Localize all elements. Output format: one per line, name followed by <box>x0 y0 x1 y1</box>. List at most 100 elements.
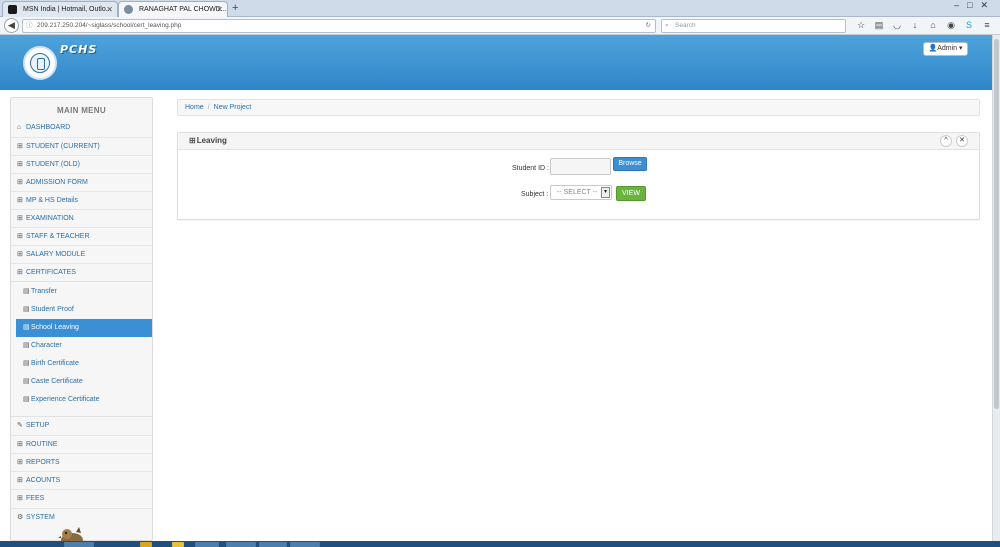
sidebar-item-salary-module[interactable]: ⊞ SALARY MODULE <box>11 245 152 263</box>
grid-icon: ⊞ <box>17 233 23 240</box>
os-taskbar <box>0 541 1000 547</box>
sidebar-item-label: ROUTINE <box>26 441 58 448</box>
wrench-icon: ✎ <box>17 422 23 429</box>
sidebar-item-label: SALARY MODULE <box>26 251 86 258</box>
sidebar-subitem-caste-certificate[interactable]: ▤ Caste Certificate <box>11 373 152 391</box>
taskbar-app[interactable] <box>195 542 219 547</box>
brand-name: PCHS <box>60 43 98 56</box>
page-scrollbar[interactable] <box>992 35 1000 547</box>
home-icon[interactable]: ⌂ <box>924 20 942 30</box>
pocket-icon[interactable]: ◡ <box>888 20 906 31</box>
admin-dropdown-button[interactable]: 👤Admin ▾ <box>923 42 968 56</box>
new-tab-button[interactable]: + <box>232 1 238 15</box>
sidebar-subitem-birth-certificate[interactable]: ▤ Birth Certificate <box>11 355 152 373</box>
sidebar-item-label: EXAMINATION <box>26 215 74 222</box>
close-tab-icon[interactable]: ✕ <box>106 2 113 17</box>
document-icon: ▤ <box>23 396 30 403</box>
grid-icon: ⊞ <box>17 251 23 258</box>
close-tab-icon[interactable]: ✕ <box>216 2 223 17</box>
browser-tab-msn[interactable]: MSN India | Hotmail, Outlo... ✕ <box>2 1 118 17</box>
sidebar-item-examination[interactable]: ⊞ EXAMINATION <box>11 209 152 227</box>
menu-divider <box>11 281 152 282</box>
menu-icon[interactable]: ≡ <box>978 20 996 30</box>
document-icon: ▤ <box>23 342 30 349</box>
browse-button[interactable]: Browse <box>613 157 647 171</box>
subject-select[interactable]: -- SELECT -- ▾ <box>550 185 612 200</box>
sidebar-item-admission-form[interactable]: ⊞ ADMISSION FORM <box>11 173 152 191</box>
school-logo <box>23 46 57 80</box>
taskbar-app[interactable] <box>226 542 256 547</box>
view-button[interactable]: VIEW <box>616 186 646 201</box>
url-text: 209.217.250.204/~siglass/school/cert_lea… <box>37 22 182 29</box>
panel-title-text: Leaving <box>196 136 227 145</box>
sidebar-item-label: ADMISSION FORM <box>26 179 88 186</box>
grid-icon: ⊞ <box>17 143 23 150</box>
grid-icon: ⊞ <box>17 441 23 448</box>
search-input[interactable]: ⌕ Search <box>661 19 846 33</box>
back-button[interactable]: ◀ <box>4 18 19 33</box>
sidebar-subitem-character[interactable]: ▤ Character <box>11 337 152 355</box>
cogs-icon: ⚙ <box>17 514 24 521</box>
leaving-panel: ⊞Leaving ^ ✕ Student ID : Browse Subject… <box>177 132 980 220</box>
chevron-down-icon[interactable]: ▾ <box>601 187 610 198</box>
sidebar-subitem-school-leaving[interactable]: ▤ School Leaving <box>16 319 152 337</box>
breadcrumb: Home / New Project <box>177 99 980 116</box>
sidebar-item-label: Experience Certificate <box>31 396 100 403</box>
sidebar-item-setup[interactable]: ✎ SETUP <box>11 417 152 435</box>
sidebar-item-certificates[interactable]: ⊞ CERTIFICATES <box>11 263 152 281</box>
sidebar-subitem-experience-certificate[interactable]: ▤ Experience Certificate <box>11 391 152 409</box>
breadcrumb-home-link[interactable]: Home <box>185 104 204 111</box>
msn-favicon-icon <box>8 5 17 14</box>
sidebar-item-student-current[interactable]: ⊞ STUDENT (CURRENT) <box>11 137 152 155</box>
sidebar-item-label: Transfer <box>31 288 57 295</box>
sidebar-item-reports[interactable]: ⊞ REPORTS <box>11 453 152 471</box>
document-icon: ▤ <box>23 288 30 295</box>
window-controls[interactable]: –□✕ <box>954 0 996 11</box>
search-placeholder: Search <box>675 22 696 29</box>
taskbar-app[interactable] <box>290 542 320 547</box>
sidebar-item-system[interactable]: ⚙ SYSTEM <box>11 508 152 526</box>
chevron-up-icon: ^ <box>944 137 948 144</box>
document-icon: ▤ <box>23 324 30 331</box>
sidebar-item-fees[interactable]: ⊞ FEES <box>11 489 152 507</box>
taskbar-app[interactable] <box>140 542 152 547</box>
admin-label: Admin <box>937 45 958 52</box>
subject-selected-value: -- SELECT -- <box>557 189 598 196</box>
grid-icon: ⊞ <box>17 161 23 168</box>
taskbar-app[interactable] <box>259 542 287 547</box>
browser-navbar: ◀ ⓘ 209.217.250.204/~siglass/school/cert… <box>0 17 1000 35</box>
sidebar-subitem-transfer[interactable]: ▤ Transfer <box>11 283 152 301</box>
sidebar-item-label: Student Proof <box>31 306 74 313</box>
grid-icon: ⊞ <box>17 495 23 502</box>
bookmark-star-icon[interactable]: ☆ <box>852 20 870 31</box>
tab-title: MSN India | Hotmail, Outlo... <box>23 6 112 13</box>
home-icon: ⌂ <box>17 124 22 131</box>
sidebar-item-acounts[interactable]: ⊞ ACOUNTS <box>11 471 152 489</box>
close-panel-button[interactable]: ✕ <box>956 135 968 147</box>
chat-icon[interactable]: ◉ <box>942 20 960 31</box>
collapse-button[interactable]: ^ <box>940 135 952 147</box>
sidebar-item-student-old[interactable]: ⊞ STUDENT (OLD) <box>11 155 152 173</box>
page-info-icon[interactable]: ⓘ <box>26 20 33 32</box>
skype-icon[interactable]: S <box>960 20 978 30</box>
sidebar-subitem-student-proof[interactable]: ▤ Student Proof <box>11 301 152 319</box>
sidebar-item-label: REPORTS <box>26 459 60 466</box>
sidebar-item-dashboard[interactable]: ⌂ DASHBOARD <box>11 119 152 137</box>
grid-icon: ⊞ <box>17 179 23 186</box>
url-bar[interactable]: ⓘ 209.217.250.204/~siglass/school/cert_l… <box>22 19 656 33</box>
sidebar-item-routine[interactable]: ⊞ ROUTINE <box>11 435 152 453</box>
sidebar-item-staff-teacher[interactable]: ⊞ STAFF & TEACHER <box>11 227 152 245</box>
reading-list-icon[interactable]: ▤ <box>870 20 888 31</box>
taskbar-app[interactable] <box>172 542 184 547</box>
sidebar-item-mp-hs-details[interactable]: ⊞ MP & HS Details <box>11 191 152 209</box>
taskbar-app[interactable] <box>64 542 94 547</box>
scrollbar-thumb[interactable] <box>994 39 999 409</box>
sidebar: MAIN MENU ⌂ DASHBOARD ⊞ STUDENT (CURRENT) … <box>10 97 153 541</box>
panel-header: ⊞Leaving ^ ✕ <box>178 133 979 150</box>
student-id-input[interactable] <box>550 158 611 175</box>
document-icon: ▤ <box>23 306 30 313</box>
browser-tab-ranaghat[interactable]: RANAGHAT PAL CHOWD... ✕ <box>118 1 228 17</box>
download-icon[interactable]: ↓ <box>906 20 924 30</box>
breadcrumb-current[interactable]: New Project <box>214 104 252 111</box>
reload-icon[interactable]: ↻ <box>646 20 651 32</box>
